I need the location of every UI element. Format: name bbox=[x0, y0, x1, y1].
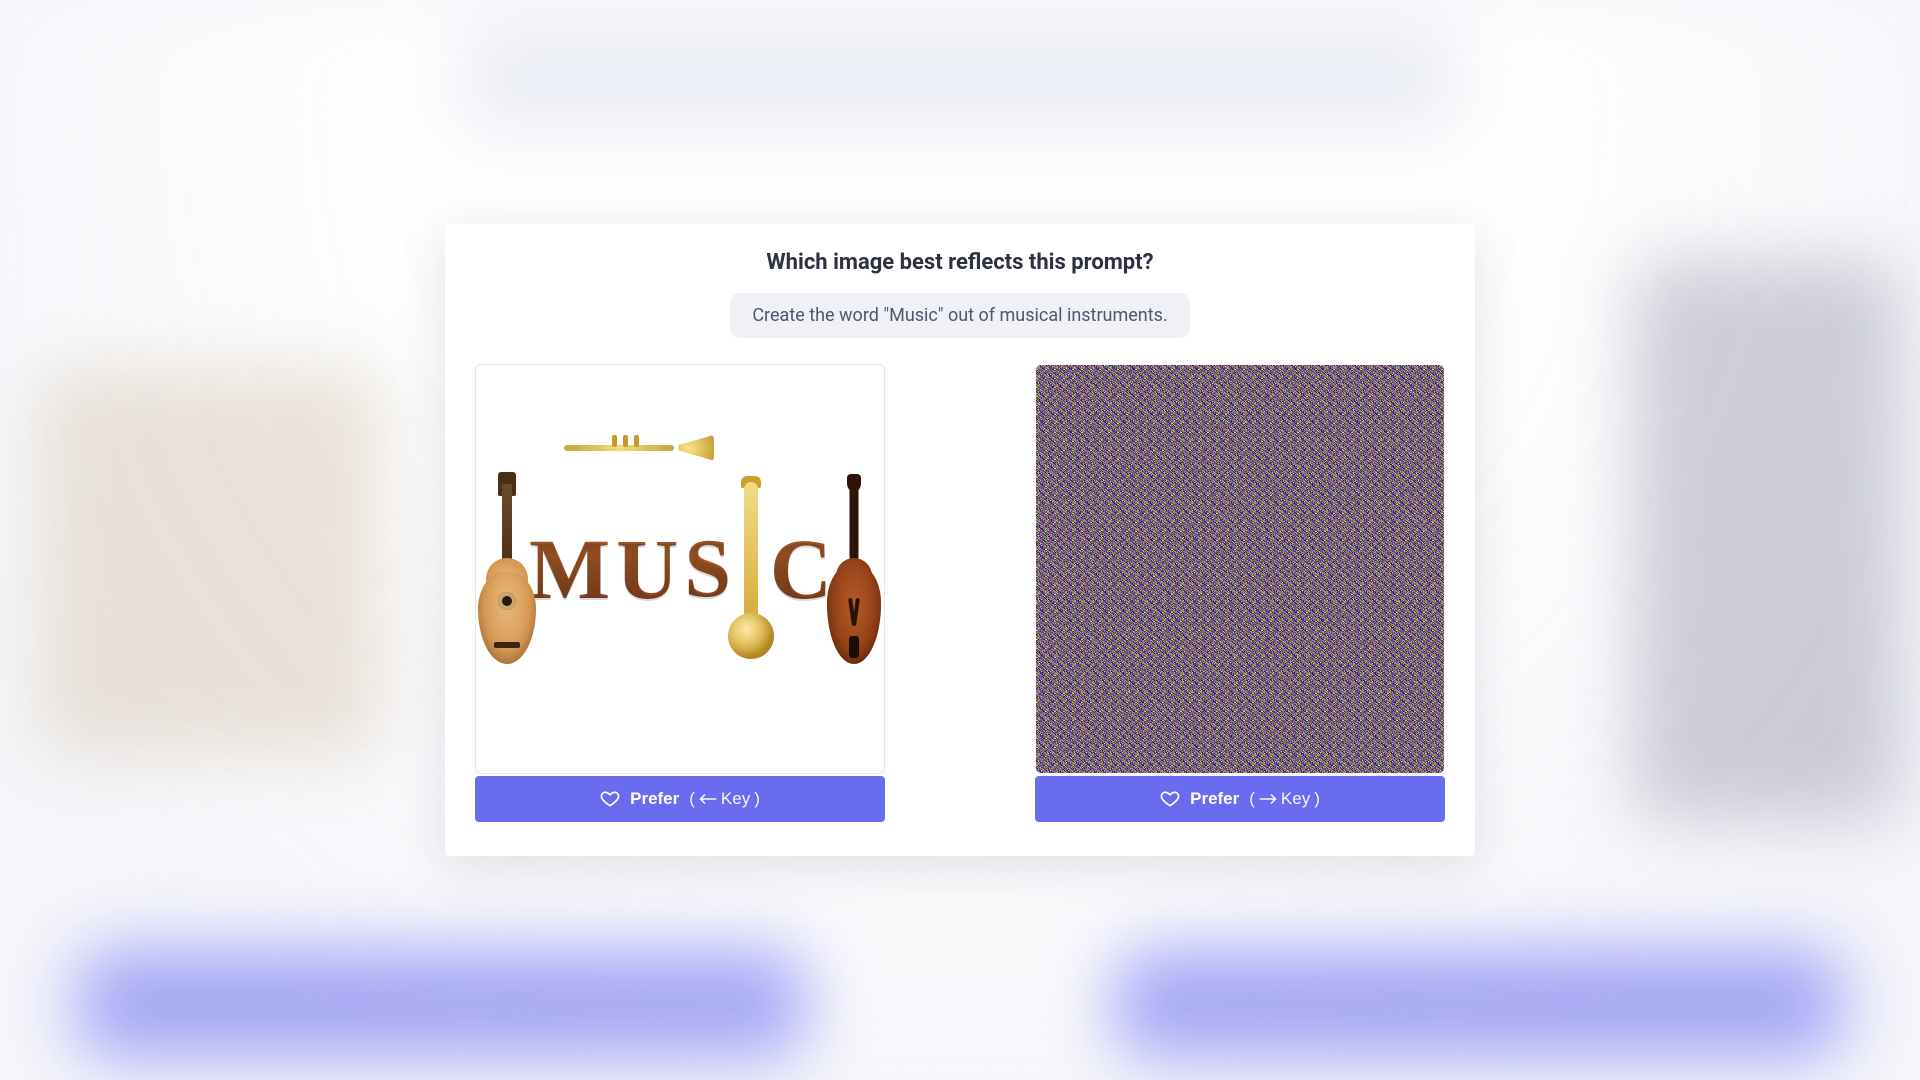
letter-s: S bbox=[682, 527, 735, 611]
heart-icon bbox=[600, 789, 620, 809]
option-left: M U S C bbox=[475, 364, 885, 822]
violin-icon bbox=[840, 474, 868, 664]
trumpet-icon bbox=[564, 435, 714, 461]
prefer-left-button[interactable]: Prefer ( Key ) bbox=[475, 776, 885, 822]
arrow-right-icon bbox=[1259, 792, 1277, 806]
acoustic-guitar-icon bbox=[492, 474, 521, 664]
option-right: Prefer ( Key ) bbox=[1035, 364, 1445, 822]
letter-m: M bbox=[527, 526, 614, 612]
music-composition: M U S C bbox=[476, 365, 884, 773]
arrow-left-icon bbox=[699, 792, 717, 806]
prefer-right-button[interactable]: Prefer ( Key ) bbox=[1035, 776, 1445, 822]
question-heading: Which image best reflects this prompt? bbox=[475, 250, 1445, 275]
prompt-text: Create the word "Music" out of musical i… bbox=[730, 293, 1189, 338]
comparison-panel: Which image best reflects this prompt? C… bbox=[445, 224, 1475, 856]
prefer-left-label: Prefer bbox=[630, 789, 679, 809]
option-left-image[interactable]: M U S C bbox=[475, 364, 885, 774]
prefer-right-key-hint: ( Key ) bbox=[1249, 789, 1320, 809]
letter-c: C bbox=[768, 526, 836, 612]
brass-horn-icon bbox=[739, 482, 764, 657]
letter-u: U bbox=[614, 526, 682, 612]
noise-pattern bbox=[1036, 365, 1444, 773]
image-pair: M U S C bbox=[475, 364, 1445, 822]
option-right-image[interactable] bbox=[1035, 364, 1445, 774]
heart-icon bbox=[1160, 789, 1180, 809]
prefer-left-key-hint: ( Key ) bbox=[689, 789, 760, 809]
prefer-right-label: Prefer bbox=[1190, 789, 1239, 809]
